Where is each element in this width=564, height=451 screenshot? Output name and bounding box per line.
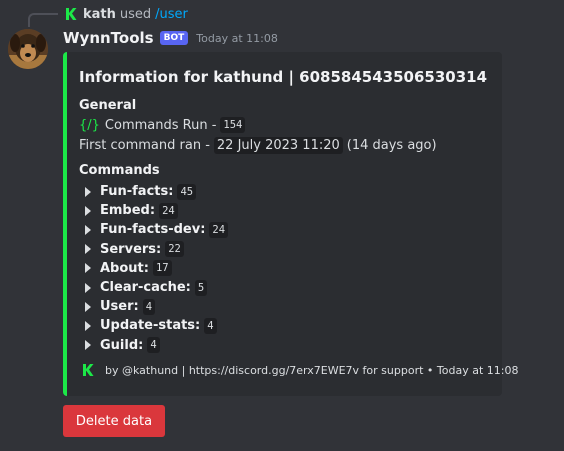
command-name: Fun-facts-dev: xyxy=(100,222,206,238)
embed-title: Information for kathund | 60858454350653… xyxy=(79,68,488,86)
interaction-header[interactable]: kath used /user xyxy=(64,5,188,23)
triangle-right-icon xyxy=(85,282,91,293)
command-name: Guild: xyxy=(100,337,144,353)
command-count: 24 xyxy=(159,202,178,219)
interaction-user[interactable]: kath xyxy=(83,7,116,22)
command-name: Servers: xyxy=(100,241,162,257)
embed: Information for kathund | 60858454350653… xyxy=(63,52,518,396)
command-row: Update-stats: 4 xyxy=(85,316,217,335)
general-heading: General xyxy=(79,98,137,113)
command-row: Servers: 22 xyxy=(85,240,184,259)
command-count: 17 xyxy=(152,260,172,277)
command-count: 4 xyxy=(147,337,160,354)
triangle-right-icon xyxy=(85,340,91,351)
first-ran-relative: (14 days ago) xyxy=(346,138,437,153)
command-name: Embed: xyxy=(100,203,156,219)
command-count: 4 xyxy=(142,298,156,315)
commands-run-value: 154 xyxy=(220,117,246,133)
command-row: User: 4 xyxy=(85,297,156,316)
command-name: Update-stats: xyxy=(100,318,201,334)
command-name: Fun-facts: xyxy=(100,184,174,199)
message-header: WynnTools BOT Today at 11:08 xyxy=(63,28,278,48)
triangle-right-icon xyxy=(85,244,91,255)
triangle-right-icon xyxy=(85,205,91,216)
command-row: Guild: 4 xyxy=(85,336,160,355)
commands-run-label: Commands Run - xyxy=(104,117,217,133)
triangle-right-icon xyxy=(85,224,91,235)
command-name: About: xyxy=(100,260,149,276)
dog-avatar-image xyxy=(8,29,48,69)
first-ran-label: First command ran - xyxy=(79,138,210,153)
command-count: 45 xyxy=(177,183,197,200)
command-row: Fun-facts: 45 xyxy=(85,182,197,201)
wynntools-k-icon xyxy=(83,364,94,376)
embed-footer: by @kathund | https://discord.gg/7erx7EW… xyxy=(81,361,518,379)
commands-heading: Commands xyxy=(79,163,160,178)
bot-badge: BOT xyxy=(159,31,189,45)
command-name: Clear-cache: xyxy=(100,280,191,295)
command-row: Embed: 24 xyxy=(85,201,178,220)
command-name: User: xyxy=(100,299,139,315)
footer-text: by @kathund | https://discord.gg/7erx7EW… xyxy=(105,363,519,377)
avatar[interactable] xyxy=(8,29,48,69)
first-ran-date[interactable]: 22 July 2023 11:20 xyxy=(213,137,343,154)
delete-data-button[interactable]: Delete data xyxy=(63,405,165,437)
author-name[interactable]: WynnTools xyxy=(63,29,154,47)
reply-spine xyxy=(28,13,58,27)
command-row: About: 17 xyxy=(85,259,172,278)
command-count: 22 xyxy=(165,241,184,258)
discord-message: kath used /user WynnTools BOT Today at 1… xyxy=(0,0,564,451)
commands-run-line: {/} Commands Run - 154 xyxy=(79,117,246,133)
slash-command-icon: {/} xyxy=(79,117,100,133)
triangle-right-icon xyxy=(85,186,91,197)
interaction-used-text: used xyxy=(119,6,152,22)
triangle-right-icon xyxy=(85,263,91,274)
command-row: Fun-facts-dev: 24 xyxy=(85,220,229,239)
command-count: 5 xyxy=(194,279,208,296)
interaction-command[interactable]: /user xyxy=(155,7,188,22)
first-ran-line: First command ran - 22 July 2023 11:20 (… xyxy=(79,137,437,154)
wynntools-k-icon xyxy=(66,8,77,20)
triangle-right-icon xyxy=(85,301,91,312)
command-count: 4 xyxy=(204,317,217,334)
command-row: Clear-cache: 5 xyxy=(85,278,208,297)
command-count: 24 xyxy=(209,221,229,238)
message-timestamp[interactable]: Today at 11:08 xyxy=(196,32,278,45)
triangle-right-icon xyxy=(85,320,91,331)
